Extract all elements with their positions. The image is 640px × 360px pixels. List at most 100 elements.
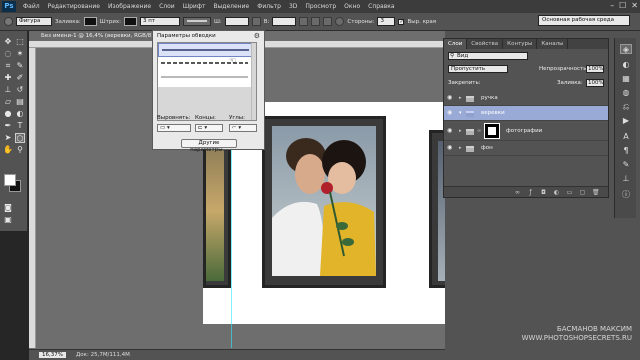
new-group-icon[interactable]: ▭ — [566, 189, 573, 196]
brush-tool-icon[interactable]: ✐ — [15, 73, 25, 83]
eraser-tool-icon[interactable]: ▱ — [3, 97, 13, 107]
polygon-tool-icon[interactable]: ⬡ — [15, 133, 25, 143]
eye-icon[interactable]: ◉ — [447, 128, 455, 134]
path-alignment-icon[interactable] — [311, 17, 321, 26]
quick-mask-icon[interactable]: ◙ — [3, 203, 13, 213]
link-icon[interactable] — [251, 17, 261, 26]
workspace-select[interactable]: Основная рабочая среда — [538, 15, 630, 26]
stroke-list-scrollbar[interactable] — [251, 43, 256, 120]
paragraph-panel-icon[interactable]: ¶ — [620, 146, 632, 156]
stroke-type-select[interactable] — [183, 17, 212, 26]
pen-tool-icon[interactable]: ✒ — [3, 121, 13, 131]
brush-panel-icon[interactable]: ✎ — [620, 160, 632, 170]
ruler-vertical[interactable] — [29, 48, 36, 348]
history-panel-icon[interactable]: ⎌ — [620, 102, 632, 112]
stroke-swatch[interactable] — [124, 17, 138, 26]
close-icon[interactable]: ✕ — [631, 1, 638, 10]
tab-paths[interactable]: Контуры — [503, 39, 538, 49]
type-tool-icon[interactable]: T — [15, 121, 25, 131]
move-tool-icon[interactable]: ✥ — [3, 37, 13, 47]
stroke-solid-option[interactable] — [158, 43, 253, 57]
stroke-type-list[interactable]: ☜ — [157, 42, 257, 121]
eyedropper-tool-icon[interactable]: ✎ — [15, 61, 25, 71]
marquee-tool-icon[interactable]: ⬚ — [15, 37, 25, 47]
actions-panel-icon[interactable]: ▶ — [620, 116, 632, 126]
path-arrangement-icon[interactable] — [323, 17, 333, 26]
polygon-tool-icon[interactable] — [4, 17, 13, 26]
magic-wand-tool-icon[interactable]: ✶ — [15, 49, 25, 59]
menu-view[interactable]: Просмотр — [301, 3, 340, 10]
stroke-dotted-option[interactable] — [158, 71, 253, 85]
color-panel-icon[interactable]: ◐ — [620, 60, 632, 70]
path-selection-tool-icon[interactable]: ➤ — [3, 133, 13, 143]
clone-stamp-tool-icon[interactable]: ⊥ — [3, 85, 13, 95]
blend-mode-select[interactable]: Пропустить — [448, 65, 508, 73]
blur-tool-icon[interactable]: ● — [3, 109, 13, 119]
tab-channels[interactable]: Каналы — [537, 39, 569, 49]
layer-mask-thumbnail[interactable] — [484, 123, 500, 139]
shape-mode-select[interactable]: Фигура — [16, 17, 52, 26]
info-panel-icon[interactable]: ⓘ — [620, 190, 632, 200]
layer-row-background[interactable]: ◉ ▸ фон — [444, 141, 608, 156]
menu-help[interactable]: Справка — [364, 3, 398, 10]
align-select[interactable]: ▭ ▾ — [157, 124, 191, 132]
corners-select[interactable]: ⌐ ▾ — [229, 124, 257, 132]
eye-icon[interactable]: ◉ — [447, 145, 455, 151]
menu-file[interactable]: Файл — [19, 3, 44, 10]
styles-panel-icon[interactable]: ◍ — [620, 88, 632, 98]
layers-panel-icon[interactable]: ◈ — [620, 44, 632, 54]
height-input[interactable] — [272, 17, 297, 26]
layer-kind-filter[interactable]: ⚲ Вид — [448, 52, 528, 60]
link-layers-icon[interactable]: ∞ — [514, 189, 521, 196]
swatches-panel-icon[interactable]: ▦ — [620, 74, 632, 84]
healing-brush-tool-icon[interactable]: ✚ — [3, 73, 13, 83]
layer-row-ropes[interactable]: ◉ ▾ веревки — [444, 106, 608, 121]
width-input[interactable] — [224, 17, 249, 26]
menu-filter[interactable]: Фильтр — [253, 3, 285, 10]
foreground-color-swatch[interactable] — [4, 174, 16, 186]
maximize-icon[interactable]: ☐ — [619, 1, 626, 10]
zoom-level[interactable]: 16,37% — [39, 352, 66, 358]
menu-3d[interactable]: 3D — [285, 3, 301, 10]
sides-input[interactable]: 3 — [377, 17, 396, 26]
gear-icon[interactable]: ⚙ — [254, 32, 260, 40]
tab-properties[interactable]: Свойства — [467, 39, 504, 49]
add-mask-icon[interactable]: ◘ — [540, 189, 547, 196]
caps-select[interactable]: ⊏ ▾ — [195, 124, 223, 132]
opacity-input[interactable]: 100% — [586, 65, 604, 73]
adjustment-layer-icon[interactable]: ◐ — [553, 189, 560, 196]
eye-icon[interactable]: ◉ — [447, 110, 455, 116]
gradient-tool-icon[interactable]: ▤ — [15, 97, 25, 107]
crop-tool-icon[interactable]: ⌗ — [3, 61, 13, 71]
zoom-tool-icon[interactable]: ⚲ — [15, 145, 25, 155]
delete-layer-icon[interactable]: 🗑 — [592, 189, 600, 196]
minimize-icon[interactable]: – — [610, 1, 614, 10]
menu-type[interactable]: Шрифт — [179, 3, 210, 10]
layer-row-photos[interactable]: ◉ ▸ ∞ фотографии — [444, 121, 608, 141]
menu-edit[interactable]: Редактирование — [44, 3, 104, 10]
tab-layers[interactable]: Слои — [444, 39, 468, 49]
chevron-down-icon[interactable]: ▾ — [459, 110, 462, 116]
fx-icon[interactable]: ƒ — [527, 189, 534, 196]
path-operations-icon[interactable] — [299, 17, 309, 26]
chevron-right-icon[interactable]: ▸ — [459, 95, 462, 101]
eye-icon[interactable]: ◉ — [447, 95, 455, 101]
lasso-tool-icon[interactable]: ◌ — [3, 49, 13, 59]
settings-gear-icon[interactable] — [335, 17, 345, 26]
history-brush-tool-icon[interactable]: ↺ — [15, 85, 25, 95]
new-layer-icon[interactable]: ▢ — [579, 189, 586, 196]
stroke-dashed-option[interactable] — [158, 57, 253, 71]
hand-tool-icon[interactable]: ✋ — [3, 145, 13, 155]
fill-swatch[interactable] — [83, 17, 97, 26]
menu-layers[interactable]: Слои — [155, 3, 179, 10]
more-options-button[interactable]: Другие параметры... — [181, 139, 237, 153]
chevron-right-icon[interactable]: ▸ — [459, 128, 462, 134]
layer-row-handle[interactable]: ◉ ▸ ручка — [444, 91, 608, 106]
menu-image[interactable]: Изображение — [104, 3, 155, 10]
chevron-right-icon[interactable]: ▸ — [459, 145, 462, 151]
stroke-size-input[interactable]: 3 пт — [140, 17, 181, 26]
clone-source-panel-icon[interactable]: ⊥ — [620, 174, 632, 184]
menu-window[interactable]: Окно — [340, 3, 364, 10]
align-edges-checkbox[interactable]: ✓ — [398, 18, 405, 25]
screen-mode-icon[interactable]: ▣ — [3, 215, 13, 225]
